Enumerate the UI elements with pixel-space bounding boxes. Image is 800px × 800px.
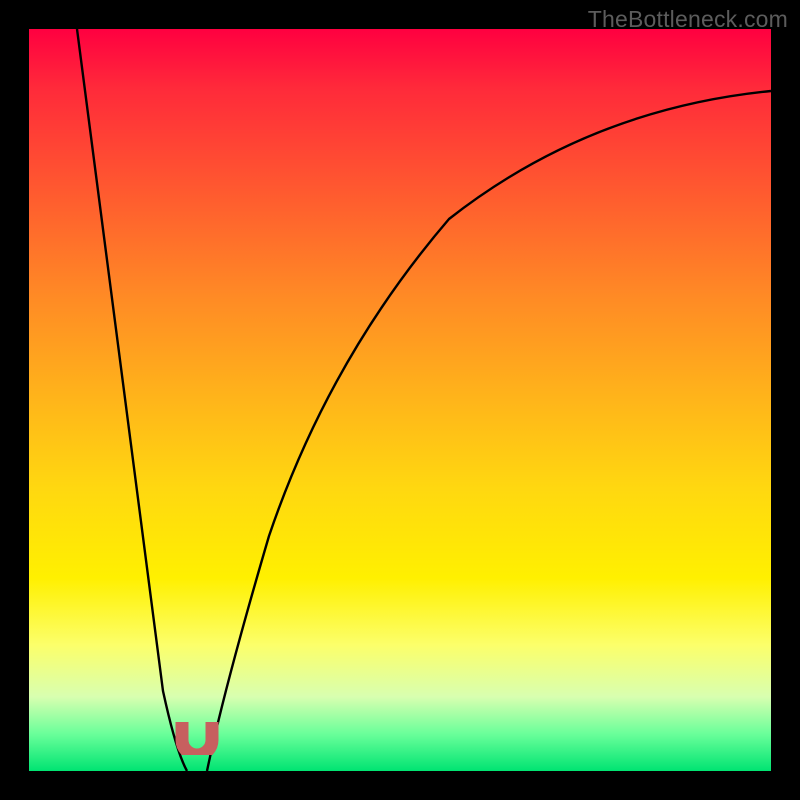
curve-right-branch <box>207 91 771 771</box>
plot-area <box>29 29 771 771</box>
chart-frame: TheBottleneck.com <box>0 0 800 800</box>
curve-layer <box>29 29 771 771</box>
minimum-marker <box>175 722 219 755</box>
u-shape-icon <box>175 722 219 755</box>
curve-left-branch <box>77 29 187 771</box>
